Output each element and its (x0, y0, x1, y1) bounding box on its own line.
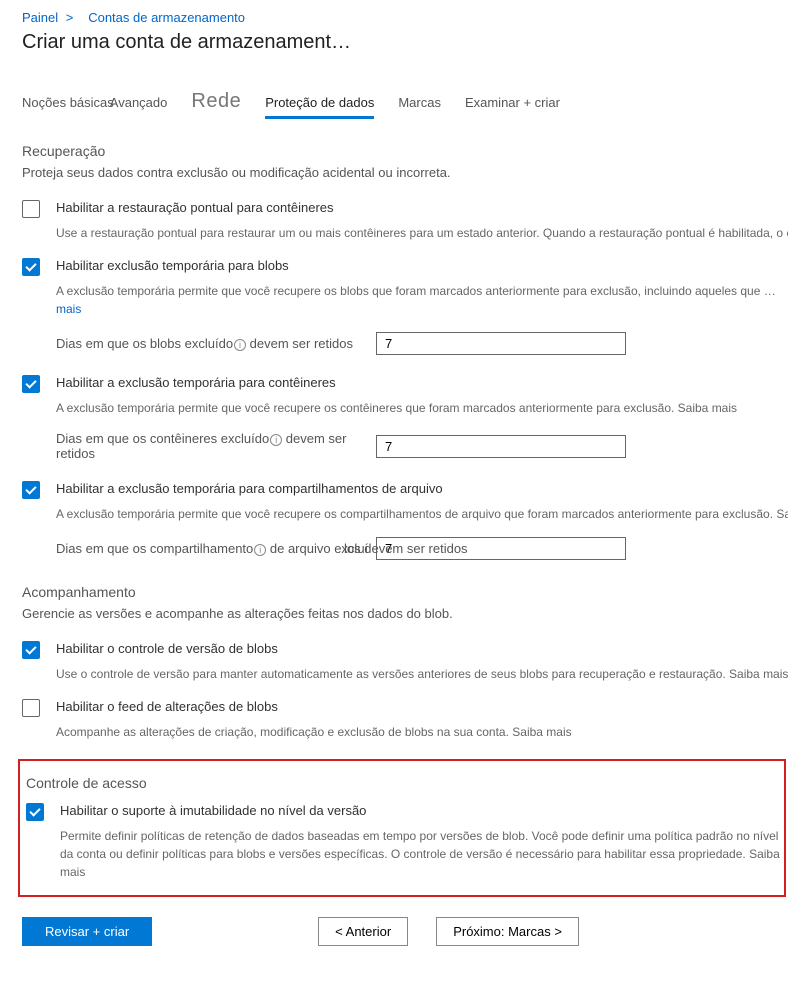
option-changefeed: Habilitar o feed de alterações de blobs (22, 697, 788, 719)
label-pitr: Habilitar a restauração pontual para con… (56, 200, 334, 215)
label-changefeed: Habilitar o feed de alterações de blobs (56, 699, 278, 714)
label-container-softdelete: Habilitar a exclusão temporária para con… (56, 375, 336, 390)
desc-pitr: Use a restauração pontual para restaurar… (56, 224, 788, 242)
row-container-retention: Dias em que os contêineres excluído deve… (56, 431, 788, 461)
label-container-retention: Dias em que os contêineres excluído deve… (56, 431, 376, 461)
section-access-title: Controle de acesso (26, 775, 784, 791)
desc-versioning: Use o controle de versão para manter aut… (56, 665, 788, 683)
tab-data-protection[interactable]: Proteção de dados (265, 89, 374, 119)
input-blob-retention-days[interactable] (376, 332, 626, 355)
option-versioning: Habilitar o controle de versão de blobs (22, 639, 788, 661)
checkbox-pitr[interactable] (22, 200, 40, 218)
desc-changefeed: Acompanhe as alterações de criação, modi… (56, 723, 788, 741)
label-blob-softdelete: Habilitar exclusão temporária para blobs (56, 258, 289, 273)
option-container-softdelete: Habilitar a exclusão temporária para con… (22, 373, 788, 395)
checkbox-immutability[interactable] (26, 803, 44, 821)
info-icon[interactable] (254, 544, 266, 556)
desc-blob-softdelete: A exclusão temporária permite que você r… (56, 282, 788, 318)
next-button[interactable]: Próximo: Marcas > (436, 917, 579, 946)
desc-share-softdelete: A exclusão temporária permite que você r… (56, 505, 788, 523)
option-blob-softdelete: Habilitar exclusão temporária para blobs (22, 256, 788, 278)
tab-review[interactable]: Examinar + criar (465, 89, 560, 116)
link-blob-softdelete-more[interactable]: mais (56, 302, 81, 316)
label-share-retention: Dias em que os compartilhamento de arqui… (56, 541, 416, 556)
page-title: Criar uma conta de armazenament… (22, 31, 788, 54)
section-recovery-desc: Proteja seus dados contra exclusão ou mo… (22, 165, 788, 180)
tab-advanced[interactable]: Avançado (110, 89, 168, 116)
tab-basics[interactable]: Noções básicas (22, 89, 114, 116)
breadcrumb-current[interactable]: Contas de armazenamento (88, 10, 245, 25)
info-icon[interactable] (270, 434, 282, 446)
label-share-softdelete: Habilitar a exclusão temporária para com… (56, 481, 443, 496)
wizard-footer: Revisar + criar < Anterior Próximo: Marc… (22, 917, 788, 946)
desc-container-softdelete: A exclusão temporária permite que você r… (56, 399, 788, 417)
breadcrumb: Painel > Contas de armazenamento (22, 10, 788, 25)
tabs: Noções básicas Avançado Rede Proteção de… (22, 84, 788, 119)
checkbox-container-softdelete[interactable] (22, 375, 40, 393)
info-icon[interactable] (234, 339, 246, 351)
row-blob-retention: Dias em que os blobs excluído devem ser … (56, 332, 788, 355)
desc-blob-softdelete-text: A exclusão temporária permite que você r… (56, 284, 776, 298)
option-share-softdelete: Habilitar a exclusão temporária para com… (22, 479, 788, 501)
breadcrumb-root[interactable]: Painel (22, 10, 58, 25)
row-share-retention: Dias em que os compartilhamento de arqui… (56, 537, 788, 560)
label-blob-retention: Dias em que os blobs excluído devem ser … (56, 336, 376, 351)
highlight-access-control: Controle de acesso Habilitar o suporte à… (18, 759, 786, 897)
section-recovery-title: Recuperação (22, 143, 788, 159)
checkbox-versioning[interactable] (22, 641, 40, 659)
label-immutability: Habilitar o suporte à imutabilidade no n… (60, 803, 366, 818)
tab-network[interactable]: Rede (191, 84, 241, 119)
option-immutability: Habilitar o suporte à imutabilidade no n… (26, 801, 784, 823)
previous-button[interactable]: < Anterior (318, 917, 408, 946)
section-tracking-title: Acompanhamento (22, 584, 788, 600)
checkbox-changefeed[interactable] (22, 699, 40, 717)
input-container-retention-days[interactable] (376, 435, 626, 458)
tab-tags[interactable]: Marcas (398, 89, 441, 116)
section-tracking-desc: Gerencie as versões e acompanhe as alter… (22, 606, 788, 621)
checkbox-blob-softdelete[interactable] (22, 258, 40, 276)
option-point-in-time-restore: Habilitar a restauração pontual para con… (22, 198, 788, 220)
checkbox-share-softdelete[interactable] (22, 481, 40, 499)
review-create-button[interactable]: Revisar + criar (22, 917, 152, 946)
desc-immutability: Permite definir políticas de retenção de… (60, 827, 784, 881)
label-versioning: Habilitar o controle de versão de blobs (56, 641, 278, 656)
breadcrumb-separator: > (66, 10, 74, 25)
